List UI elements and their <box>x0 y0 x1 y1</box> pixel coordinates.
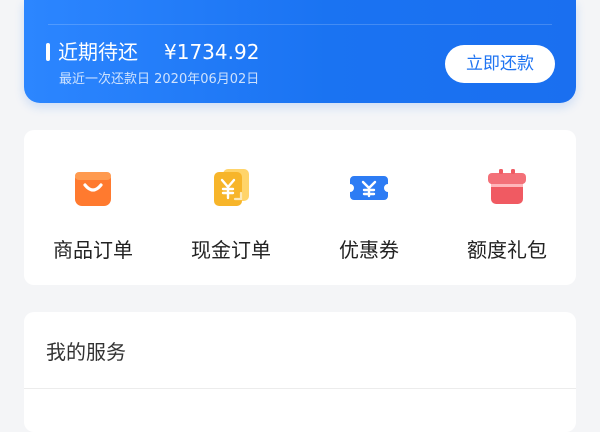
cash-document-icon <box>208 164 254 210</box>
order-label: 商品订单 <box>53 238 133 262</box>
services-divider <box>24 388 576 389</box>
my-services-card: 我的服务 <box>24 312 576 432</box>
gift-icon <box>484 164 530 210</box>
due-label: 近期待还 <box>58 40 138 64</box>
order-item-cash[interactable]: 现金订单 <box>162 130 300 285</box>
shopping-bag-icon <box>70 164 116 210</box>
order-item-gift[interactable]: 额度礼包 <box>438 130 576 285</box>
services-title: 我的服务 <box>46 340 126 364</box>
repay-now-button[interactable]: 立即还款 <box>445 45 555 83</box>
due-accent-bar <box>46 43 50 61</box>
order-label: 优惠券 <box>339 238 399 262</box>
order-item-coupon[interactable]: 优惠券 <box>300 130 438 285</box>
order-label: 现金订单 <box>191 238 271 262</box>
repayment-banner: 近期待还 ¥1734.92 最近一次还款日 2020年06月02日 立即还款 <box>24 0 576 103</box>
order-label: 额度礼包 <box>467 238 547 262</box>
coupon-icon <box>346 164 392 210</box>
due-amount: ¥1734.92 <box>164 40 260 64</box>
banner-divider <box>48 24 552 25</box>
orders-card: 商品订单 现金订单 优惠券 额度礼包 <box>24 130 576 285</box>
last-repayment-date: 最近一次还款日 2020年06月02日 <box>59 72 260 87</box>
order-item-product[interactable]: 商品订单 <box>24 130 162 285</box>
